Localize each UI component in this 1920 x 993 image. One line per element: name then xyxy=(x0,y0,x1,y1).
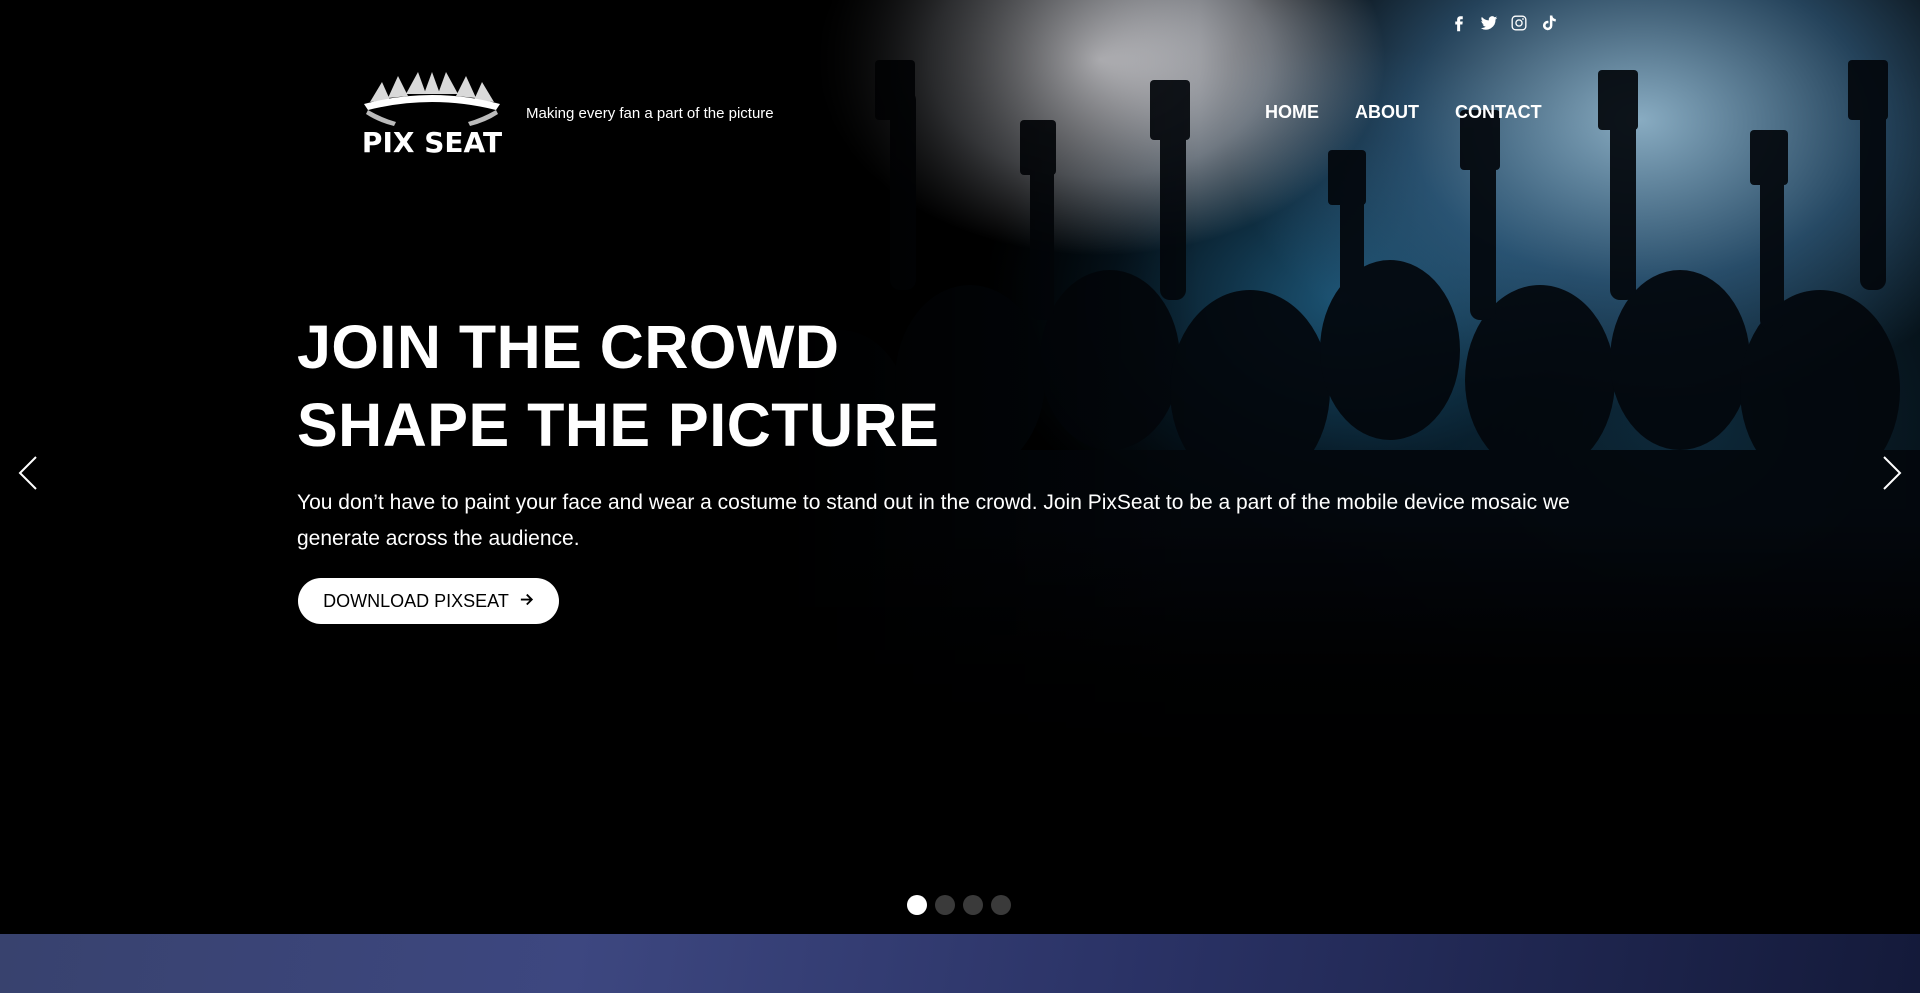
pixseat-logo[interactable]: PIX SEAT xyxy=(362,72,502,159)
logo-text: PIX SEAT xyxy=(362,126,502,156)
hero-headline: JOIN THE CROWD SHAPE THE PICTURE xyxy=(297,308,939,464)
main-nav: HOME ABOUT CONTACT xyxy=(1265,102,1542,123)
headline-line-2: SHAPE THE PICTURE xyxy=(297,391,940,459)
facebook-icon[interactable] xyxy=(1450,14,1468,32)
tagline: Making every fan a part of the picture xyxy=(526,105,774,122)
chevron-right-icon[interactable] xyxy=(1880,455,1904,491)
arrow-right-icon xyxy=(519,591,534,612)
social-links xyxy=(1450,14,1558,32)
cta-label: DOWNLOAD PIXSEAT xyxy=(323,590,509,611)
hero-bottom-fade xyxy=(0,520,1920,934)
carousel-dot-1[interactable] xyxy=(907,895,927,915)
nav-about[interactable]: ABOUT xyxy=(1355,102,1419,123)
next-section-band xyxy=(0,934,1920,993)
tiktok-icon[interactable] xyxy=(1540,14,1558,32)
carousel-indicators xyxy=(907,895,1011,915)
carousel-dot-4[interactable] xyxy=(991,895,1011,915)
carousel-dot-3[interactable] xyxy=(963,895,983,915)
nav-home[interactable]: HOME xyxy=(1265,102,1319,123)
nav-contact[interactable]: CONTACT xyxy=(1455,102,1542,123)
headline-line-1: JOIN THE CROWD xyxy=(297,313,840,381)
instagram-icon[interactable] xyxy=(1510,14,1528,32)
chevron-left-icon[interactable] xyxy=(16,455,40,491)
twitter-icon[interactable] xyxy=(1480,14,1498,32)
download-pixseat-button[interactable]: DOWNLOAD PIXSEAT xyxy=(298,578,559,624)
carousel-dot-2[interactable] xyxy=(935,895,955,915)
hero-section: PIX SEAT Making every fan a part of the … xyxy=(0,0,1920,934)
hero-description: You don’t have to paint your face and we… xyxy=(297,491,1570,550)
